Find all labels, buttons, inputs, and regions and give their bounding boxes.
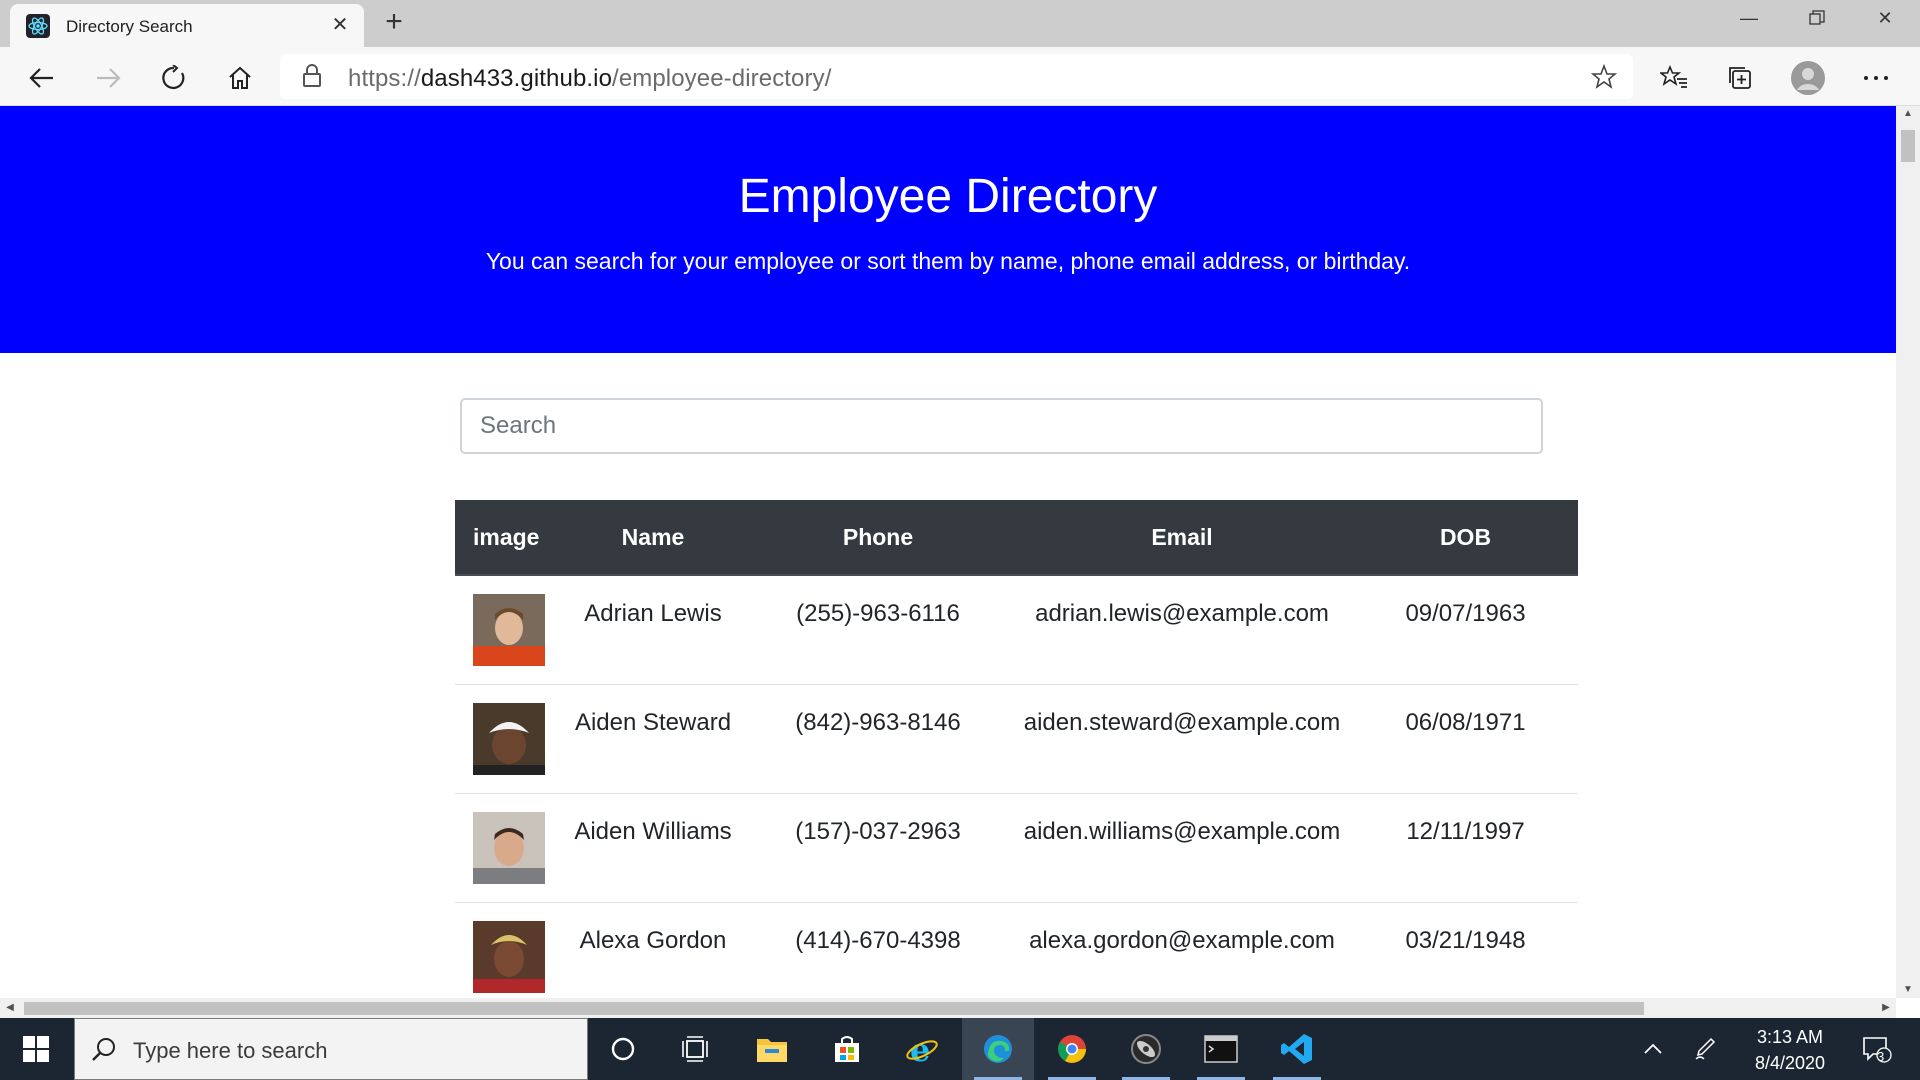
scroll-up-icon[interactable]: ▲	[1896, 106, 1920, 122]
url-host: dash433.github.io	[420, 65, 613, 92]
image-cell	[455, 575, 561, 685]
employee-photo	[473, 920, 545, 993]
start-button[interactable]	[0, 1018, 72, 1080]
tab-title: Directory Search	[66, 17, 193, 36]
favorites-icon[interactable]	[1656, 60, 1692, 96]
terminal-icon[interactable]	[1185, 1018, 1257, 1080]
more-options-icon[interactable]	[1858, 60, 1894, 96]
vertical-scroll-thumb[interactable]	[1901, 130, 1915, 162]
page-title: Employee Directory	[738, 170, 1158, 223]
forward-icon[interactable]	[90, 60, 126, 96]
search-icon	[92, 1038, 115, 1061]
phone-cell: (255)-963-6116	[745, 575, 1011, 685]
tab-strip: Directory Search ✕ + ― ✕	[0, 0, 1920, 47]
pen-workspace-icon[interactable]	[1688, 1018, 1722, 1080]
task-view-icon[interactable]	[659, 1018, 731, 1080]
email-cell: alexa.gordon@example.com	[1011, 902, 1353, 998]
image-cell	[455, 793, 561, 903]
table-row: Aiden Steward (842)-963-8146 aiden.stewa…	[455, 684, 1578, 794]
clock-time: 3:13 AM	[1756, 1027, 1824, 1047]
back-icon[interactable]	[24, 60, 60, 96]
browser-toolbar: https://dash433.github.io/employee-direc…	[0, 47, 1920, 106]
vertical-scrollbar[interactable]: ▲ ▼	[1896, 106, 1920, 998]
phone-cell: (157)-037-2963	[745, 793, 1011, 903]
cortana-icon[interactable]	[587, 1018, 659, 1080]
internet-explorer-icon[interactable]: e	[886, 1018, 958, 1080]
column-header-image[interactable]: image	[455, 500, 561, 576]
taskbar-search-placeholder: Type here to search	[133, 1038, 328, 1063]
employee-photo	[473, 702, 545, 775]
url-scheme: https://	[348, 65, 421, 92]
employee-photo	[473, 811, 545, 884]
window-close-icon[interactable]: ✕	[1854, 0, 1916, 36]
email-cell: adrian.lewis@example.com	[1011, 575, 1353, 685]
new-tab-button[interactable]: +	[378, 7, 410, 39]
column-header-name[interactable]: Name	[561, 500, 745, 576]
column-header-dob[interactable]: DOB	[1353, 500, 1578, 576]
edge-browser-icon[interactable]	[962, 1018, 1034, 1080]
name-cell: Aiden Steward	[561, 684, 745, 794]
collections-icon[interactable]	[1722, 60, 1758, 96]
microsoft-store-icon[interactable]	[811, 1018, 883, 1080]
dob-cell: 06/08/1971	[1353, 684, 1578, 794]
dob-cell: 03/21/1948	[1353, 902, 1578, 998]
scroll-down-icon[interactable]: ▼	[1896, 982, 1920, 998]
email-cell: aiden.steward@example.com	[1011, 684, 1353, 794]
profile-avatar-icon[interactable]	[1790, 60, 1826, 96]
email-cell: aiden.williams@example.com	[1011, 793, 1353, 903]
browser-tab[interactable]: Directory Search ✕	[10, 4, 364, 47]
table-header-row: image Name Phone Email DOB	[455, 500, 1578, 576]
phone-cell: (842)-963-8146	[745, 684, 1011, 794]
horizontal-scrollbar[interactable]: ◀ ▶	[0, 998, 1896, 1018]
minimize-icon[interactable]: ―	[1718, 0, 1780, 36]
scroll-left-icon[interactable]: ◀	[0, 998, 20, 1018]
page-viewport: Employee Directory You can search for yo…	[0, 106, 1896, 998]
table-row: Aiden Williams (157)-037-2963 aiden.will…	[455, 793, 1578, 903]
employee-photo	[473, 594, 545, 666]
chrome-icon[interactable]	[1036, 1018, 1108, 1080]
recorder-app-icon[interactable]	[1110, 1018, 1182, 1080]
image-cell	[455, 902, 561, 998]
windows-icon	[23, 1036, 49, 1062]
dob-cell: 09/07/1963	[1353, 575, 1578, 685]
table-row: Adrian Lewis (255)-963-6116 adrian.lewis…	[455, 575, 1578, 685]
header-banner: Employee Directory You can search for yo…	[0, 106, 1896, 353]
react-icon	[26, 14, 50, 38]
vscode-icon[interactable]	[1261, 1018, 1333, 1080]
image-cell	[455, 684, 561, 794]
column-header-email[interactable]: Email	[1011, 500, 1353, 576]
clock-date: 8/4/2020	[1754, 1053, 1826, 1073]
scroll-right-icon[interactable]: ▶	[1876, 998, 1896, 1018]
refresh-icon[interactable]	[156, 60, 192, 96]
action-center-icon[interactable]: 3	[1854, 1018, 1900, 1080]
page-subtitle: You can search for your employee or sort…	[485, 248, 1411, 274]
name-cell: Alexa Gordon	[561, 902, 745, 998]
lock-icon	[303, 64, 321, 87]
notification-count: 3	[1877, 1049, 1885, 1064]
url-path: /employee-directory/	[612, 65, 832, 92]
name-cell: Adrian Lewis	[561, 575, 745, 685]
address-bar[interactable]: https://dash433.github.io/employee-direc…	[280, 54, 1633, 99]
taskbar: Type here to search e 3:13 AM 8/4/2020 3	[0, 1018, 1920, 1080]
phone-cell: (414)-670-4398	[745, 902, 1011, 998]
column-header-phone[interactable]: Phone	[745, 500, 1011, 576]
favorite-star-icon[interactable]	[1591, 64, 1617, 90]
file-explorer-icon[interactable]	[736, 1018, 808, 1080]
name-cell: Aiden Williams	[561, 793, 745, 903]
dob-cell: 12/11/1997	[1353, 793, 1578, 903]
home-icon[interactable]	[222, 60, 258, 96]
horizontal-scroll-thumb[interactable]	[24, 1002, 1644, 1015]
employee-table: image Name Phone Email DOB Adrian Lewis …	[455, 500, 1578, 998]
close-tab-icon[interactable]: ✕	[328, 13, 352, 37]
url-text[interactable]: https://dash433.github.io/employee-direc…	[348, 65, 831, 93]
table-row: Alexa Gordon (414)-670-4398 alexa.gordon…	[455, 902, 1578, 998]
system-clock[interactable]: 3:13 AM 8/4/2020	[1734, 1024, 1846, 1076]
show-hidden-icons-icon[interactable]	[1636, 1018, 1670, 1080]
search-input[interactable]	[460, 398, 1543, 454]
restore-icon[interactable]	[1786, 0, 1848, 36]
taskbar-search-box[interactable]: Type here to search	[74, 1018, 588, 1080]
